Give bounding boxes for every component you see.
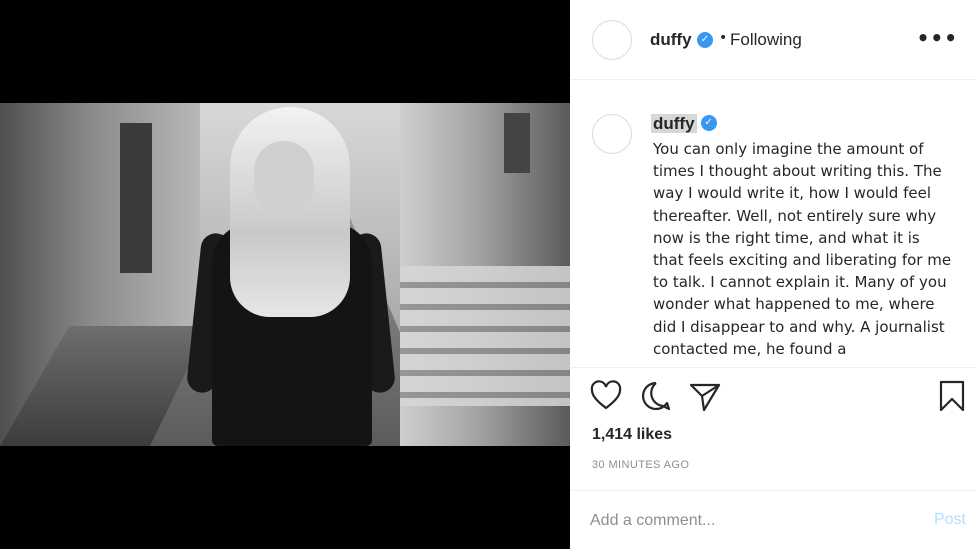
caption-author: duffy ✓	[651, 114, 717, 134]
post-side-panel: duffy ✓ • Following ••• duffy ✓ You can o…	[570, 0, 976, 549]
action-bar	[570, 378, 976, 422]
separator-dot: •	[719, 30, 728, 46]
following-button[interactable]: Following	[730, 30, 802, 50]
post-photo[interactable]	[0, 103, 570, 446]
caption-text: You can only imagine the amount of times…	[653, 140, 952, 358]
verified-badge-icon: ✓	[697, 32, 713, 48]
comment-bubble-icon[interactable]	[638, 378, 674, 414]
caption-verified-badge-icon: ✓	[700, 115, 717, 131]
more-options-icon[interactable]: •••	[917, 26, 958, 50]
photo-window	[504, 113, 530, 173]
photo-woman-figure	[185, 103, 397, 446]
figure-hair	[230, 107, 350, 317]
likes-count[interactable]: 1,414 likes	[592, 426, 672, 444]
figure-face	[254, 141, 314, 211]
caption-username[interactable]: duffy	[651, 114, 697, 133]
photo-left-wall	[0, 103, 270, 446]
author-avatar[interactable]	[592, 20, 632, 60]
photo-doorway	[120, 123, 152, 273]
paper-plane-icon[interactable]	[687, 378, 723, 414]
caption-area: duffy ✓ You can only imagine the amount o…	[570, 80, 976, 368]
post-timestamp[interactable]: 30 MINUTES AGO	[592, 459, 689, 471]
heart-icon[interactable]	[588, 378, 624, 414]
post-header: duffy ✓ • Following •••	[570, 0, 976, 80]
post-comment-button[interactable]: Post	[934, 511, 966, 529]
author-username[interactable]: duffy	[650, 30, 692, 50]
photo-right-wall	[400, 103, 570, 446]
comment-box: Post	[570, 490, 976, 549]
comment-input[interactable]	[590, 509, 910, 533]
post-media-panel	[0, 0, 570, 549]
photo-steps	[400, 266, 570, 406]
caption-avatar[interactable]	[592, 114, 632, 154]
bookmark-icon[interactable]	[934, 378, 970, 414]
